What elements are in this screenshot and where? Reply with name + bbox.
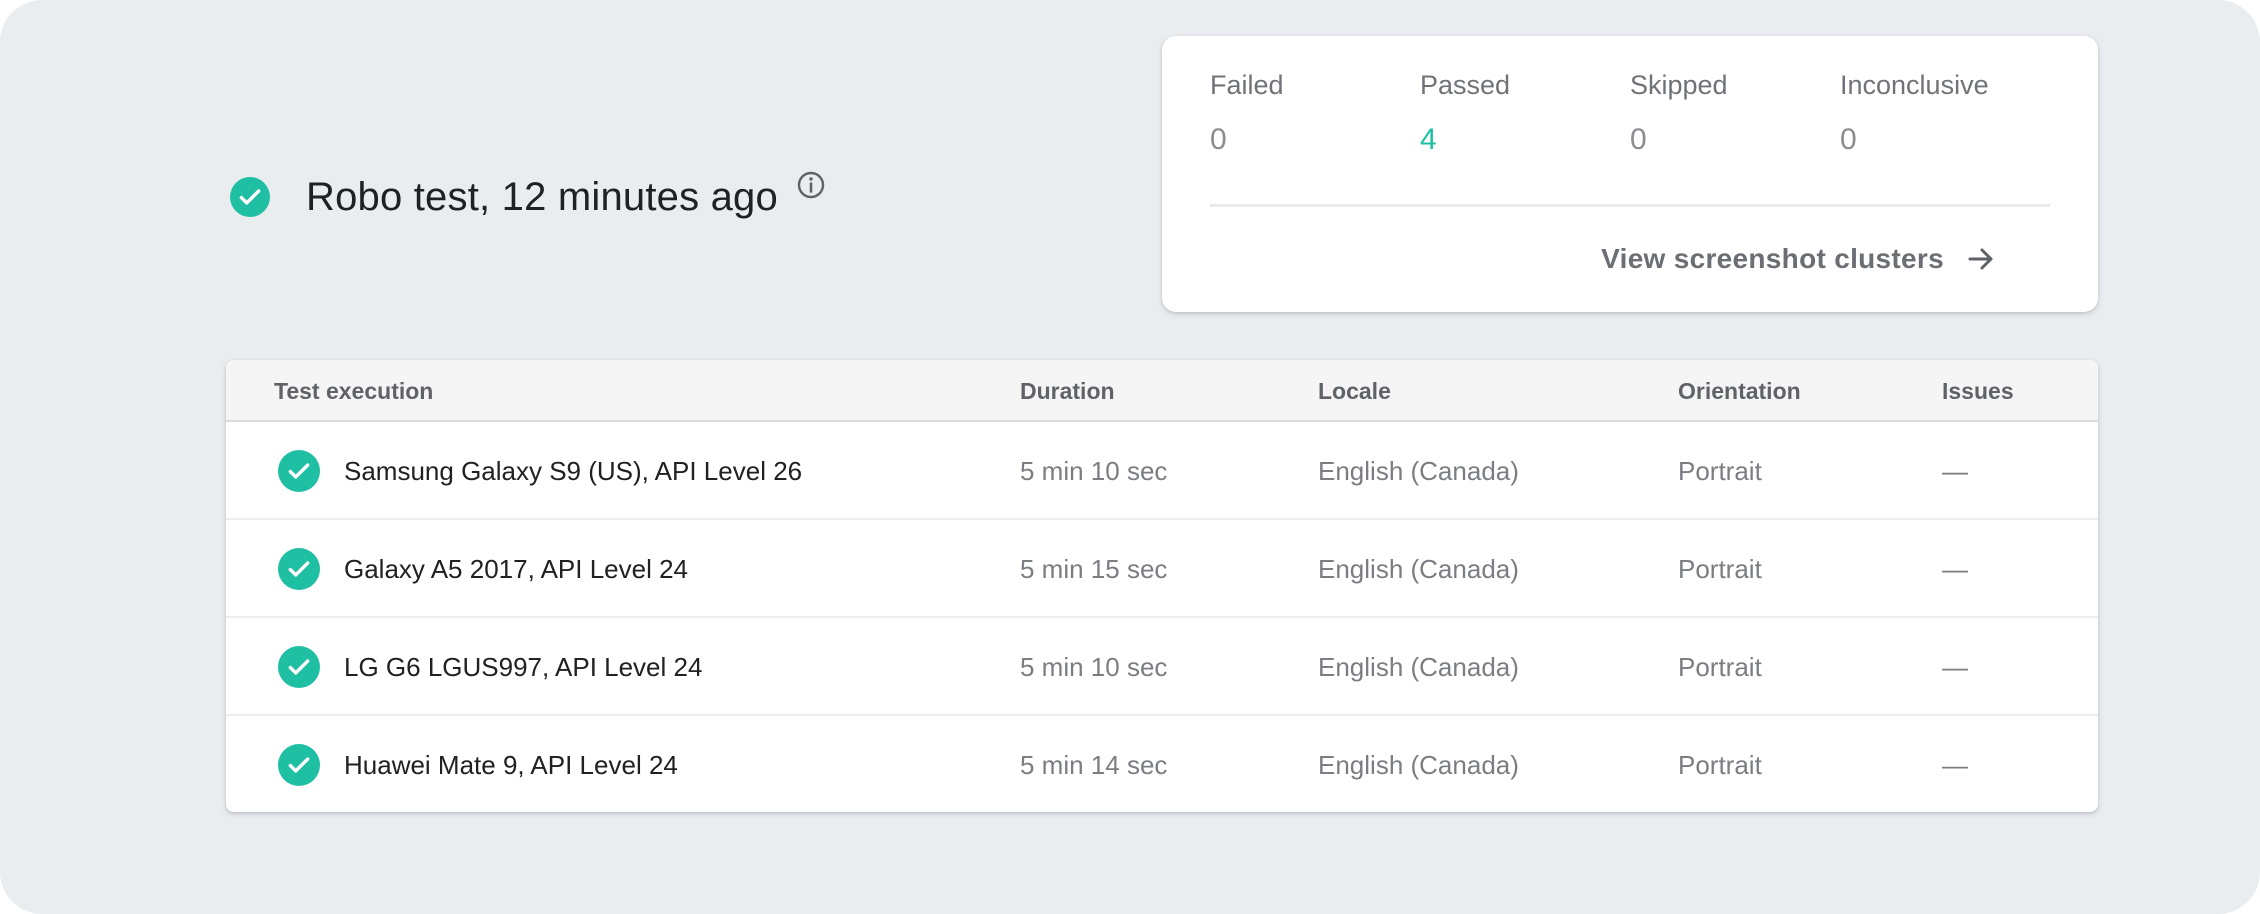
view-screenshot-clusters-link[interactable]: View screenshot clusters bbox=[1601, 242, 1998, 276]
stat-value: 0 bbox=[1210, 123, 1227, 156]
table-row[interactable]: Galaxy A5 2017, API Level 24 5 min 15 se… bbox=[226, 520, 2098, 618]
issues-cell: — bbox=[1942, 553, 1968, 584]
orientation-cell: Portrait bbox=[1678, 553, 1762, 584]
duration-cell: 5 min 10 sec bbox=[1020, 455, 1168, 486]
outcome-stats: Failed 0 Passed 4 Skipped 0 Inconclusive… bbox=[1210, 70, 2050, 157]
stat-failed: Failed 0 bbox=[1210, 70, 1420, 157]
test-header: Robo test, 12 minutes ago bbox=[230, 160, 826, 234]
orientation-cell: Portrait bbox=[1678, 651, 1762, 682]
stat-value: 0 bbox=[1630, 123, 1647, 156]
page-title: Robo test, 12 minutes ago bbox=[306, 174, 778, 219]
duration-cell: 5 min 15 sec bbox=[1020, 553, 1168, 584]
device-name[interactable]: Samsung Galaxy S9 (US), API Level 26 bbox=[344, 422, 802, 520]
device-name[interactable]: LG G6 LGUS997, API Level 24 bbox=[344, 618, 702, 716]
summary-card: Failed 0 Passed 4 Skipped 0 Inconclusive… bbox=[1162, 36, 2098, 312]
results-panel: Robo test, 12 minutes ago Failed 0 Passe… bbox=[0, 0, 2260, 914]
info-icon[interactable] bbox=[796, 170, 826, 200]
stat-label: Inconclusive bbox=[1840, 70, 1989, 100]
column-header-locale[interactable]: Locale bbox=[1318, 378, 1391, 405]
check-circle-icon bbox=[278, 548, 320, 590]
check-circle-icon bbox=[278, 450, 320, 492]
orientation-cell: Portrait bbox=[1678, 749, 1762, 780]
issues-cell: — bbox=[1942, 651, 1968, 682]
column-header-issues[interactable]: Issues bbox=[1942, 378, 2014, 405]
table-header: Test execution Duration Locale Orientati… bbox=[226, 360, 2098, 422]
duration-cell: 5 min 10 sec bbox=[1020, 651, 1168, 682]
issues-cell: — bbox=[1942, 455, 1968, 486]
arrow-right-icon bbox=[1964, 242, 1998, 276]
locale-cell: English (Canada) bbox=[1318, 749, 1519, 780]
stat-label: Passed bbox=[1420, 70, 1511, 100]
stat-label: Failed bbox=[1210, 70, 1284, 100]
table-row[interactable]: LG G6 LGUS997, API Level 24 5 min 10 sec… bbox=[226, 618, 2098, 716]
device-name[interactable]: Galaxy A5 2017, API Level 24 bbox=[344, 520, 688, 618]
device-name[interactable]: Huawei Mate 9, API Level 24 bbox=[344, 716, 678, 812]
column-header-orientation[interactable]: Orientation bbox=[1678, 378, 1801, 405]
divider bbox=[1210, 204, 2050, 207]
column-header-test-execution[interactable]: Test execution bbox=[274, 378, 433, 405]
locale-cell: English (Canada) bbox=[1318, 455, 1519, 486]
stat-passed: Passed 4 bbox=[1420, 70, 1630, 157]
stat-skipped: Skipped 0 bbox=[1630, 70, 1840, 157]
orientation-cell: Portrait bbox=[1678, 455, 1762, 486]
table-row[interactable]: Huawei Mate 9, API Level 24 5 min 14 sec… bbox=[226, 716, 2098, 812]
table-row[interactable]: Samsung Galaxy S9 (US), API Level 26 5 m… bbox=[226, 422, 2098, 520]
check-circle-icon bbox=[278, 646, 320, 688]
link-label: View screenshot clusters bbox=[1601, 243, 1944, 274]
check-circle-icon bbox=[278, 744, 320, 786]
stat-label: Skipped bbox=[1630, 70, 1728, 100]
stat-value: 0 bbox=[1840, 123, 1857, 156]
locale-cell: English (Canada) bbox=[1318, 651, 1519, 682]
issues-cell: — bbox=[1942, 749, 1968, 780]
duration-cell: 5 min 14 sec bbox=[1020, 749, 1168, 780]
locale-cell: English (Canada) bbox=[1318, 553, 1519, 584]
stat-inconclusive: Inconclusive 0 bbox=[1840, 70, 2050, 157]
executions-table: Test execution Duration Locale Orientati… bbox=[226, 360, 2098, 812]
column-header-duration[interactable]: Duration bbox=[1020, 378, 1115, 405]
check-circle-icon bbox=[230, 177, 270, 217]
stat-value: 4 bbox=[1420, 123, 1437, 156]
